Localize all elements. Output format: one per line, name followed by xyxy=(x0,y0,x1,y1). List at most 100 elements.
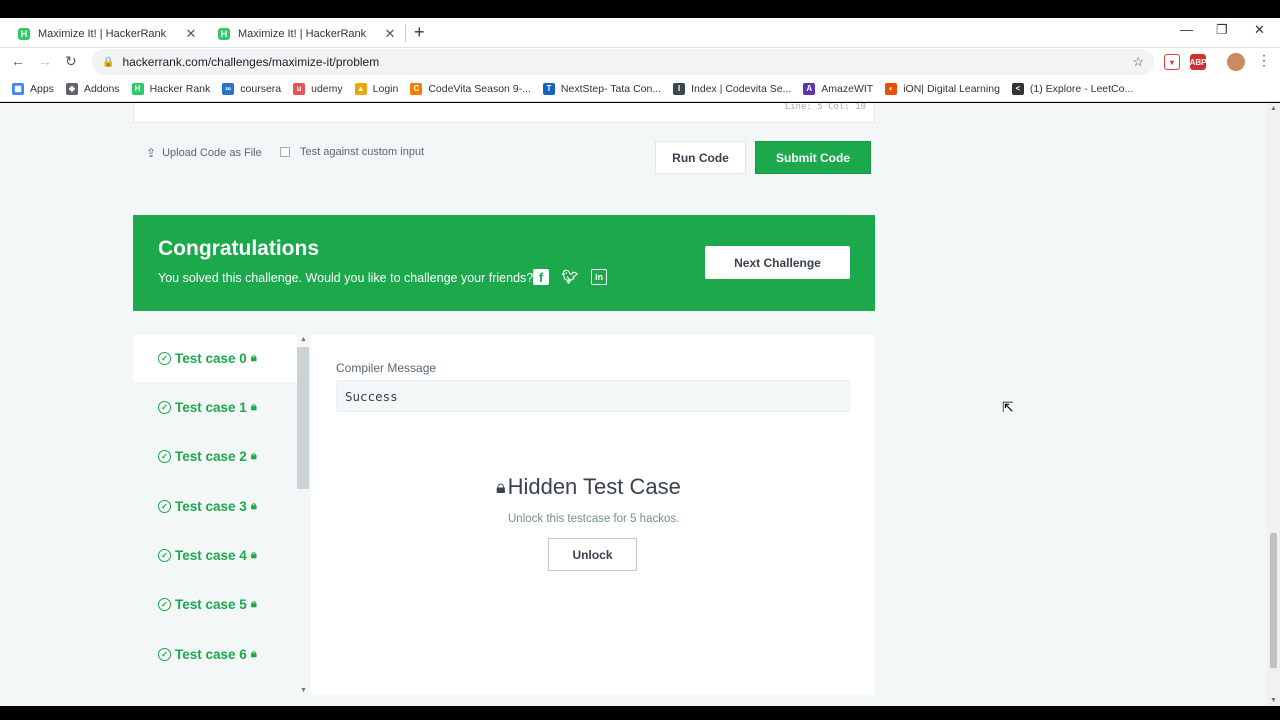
upload-label: Upload Code as File xyxy=(162,147,262,159)
bottom-black-bar xyxy=(0,706,1280,720)
check-circle-icon: ✓ xyxy=(158,549,171,562)
apps-grid-icon: ▦ xyxy=(12,82,24,95)
close-window-icon[interactable]: ✕ xyxy=(1254,22,1265,38)
test-case-item[interactable]: ✓ Test case 4 🔒︎ xyxy=(133,532,297,579)
ion-icon: ◐ xyxy=(885,82,898,95)
hackerrank-icon: H xyxy=(131,82,144,95)
minimize-icon[interactable]: — xyxy=(1180,22,1193,37)
check-circle-icon: ✓ xyxy=(158,598,171,611)
bookmark-amazewit[interactable]: A AmazeWIT xyxy=(803,82,873,95)
scrollbar-thumb[interactable] xyxy=(1270,533,1277,668)
reload-icon[interactable]: ↻ xyxy=(65,53,77,70)
scroll-up-arrow-icon[interactable]: ▲ xyxy=(300,336,307,343)
url-text: hackerrank.com/challenges/maximize-it/pr… xyxy=(122,55,380,69)
close-tab-icon[interactable]: ✕ xyxy=(382,26,398,42)
lock-icon: 🔒︎ xyxy=(250,401,257,413)
mouse-cursor-icon: ⇱ xyxy=(1002,399,1014,415)
bookmark-login[interactable]: ▲ Login xyxy=(354,82,398,95)
test-case-item[interactable]: ✓ Test case 6 🔒︎ xyxy=(133,631,297,678)
forward-icon[interactable]: → xyxy=(38,53,52,69)
run-code-button[interactable]: Run Code xyxy=(655,141,746,174)
custom-input-label: Test against custom input xyxy=(300,146,425,158)
check-circle-icon: ✓ xyxy=(158,401,171,414)
tab-strip: H Maximize It! | HackerRank ✕ H Maximize… xyxy=(0,18,1280,48)
unlock-button[interactable]: Unlock xyxy=(548,538,637,571)
page-scrollbar[interactable]: ▲ ▼ xyxy=(1267,103,1280,706)
tab-active[interactable]: H Maximize It! | HackerRank ✕ xyxy=(8,20,205,48)
code-editor-footer: Line: 5 Col: 10 xyxy=(133,103,875,123)
next-challenge-button[interactable]: Next Challenge xyxy=(705,246,850,279)
test-case-label: Test case 4 xyxy=(175,548,247,563)
hidden-title-text: Hidden Test Case xyxy=(507,474,681,499)
bookmark-codevita[interactable]: C CodeVita Season 9-... xyxy=(410,82,531,95)
scrollbar-thumb[interactable] xyxy=(297,347,309,489)
pocket-extension-icon[interactable]: ▾ xyxy=(1164,54,1180,70)
lock-icon: 🔒 xyxy=(102,56,115,68)
test-case-item[interactable]: ✓ Test case 3 🔒︎ xyxy=(133,483,297,530)
bookmark-udemy[interactable]: u udemy xyxy=(293,82,343,95)
check-circle-icon: ✓ xyxy=(158,450,171,463)
upload-code-link[interactable]: ⇪ Upload Code as File xyxy=(146,146,262,160)
scroll-down-arrow-icon[interactable]: ▼ xyxy=(300,687,307,694)
profile-avatar[interactable] xyxy=(1227,53,1245,71)
udemy-icon: u xyxy=(293,82,306,95)
submit-code-button[interactable]: Submit Code xyxy=(755,141,871,174)
test-case-item[interactable]: ✓ Test case 5 🔒︎ xyxy=(133,581,297,628)
hidden-test-case-title: 🔒︎ Hidden Test Case xyxy=(496,474,681,500)
lock-icon: 🔒︎ xyxy=(496,476,506,497)
tab-divider xyxy=(405,24,406,42)
lock-icon: 🔒︎ xyxy=(250,549,257,561)
bookmark-addons[interactable]: ◆ Addons xyxy=(65,82,120,95)
check-circle-icon: ✓ xyxy=(158,352,171,365)
test-case-label: Test case 0 xyxy=(175,351,247,366)
page-viewport: Line: 5 Col: 10 ⇪ Upload Code as File Te… xyxy=(0,103,1267,706)
address-bar[interactable]: 🔒 hackerrank.com/challenges/maximize-it/… xyxy=(92,49,1154,75)
bookmark-ion[interactable]: ◐ iON| Digital Learning xyxy=(885,82,1000,95)
check-circle-icon: ✓ xyxy=(158,500,171,513)
test-case-label: Test case 3 xyxy=(175,499,247,514)
test-case-item[interactable]: ✓ Test case 0 🔒︎ xyxy=(133,335,297,382)
scroll-up-arrow-icon[interactable]: ▲ xyxy=(1270,105,1277,112)
test-case-label: Test case 1 xyxy=(175,400,247,415)
custom-input-toggle[interactable]: Test against custom input xyxy=(280,146,424,158)
browser-toolbar: ← → ↻ 🔒 hackerrank.com/challenges/maximi… xyxy=(0,48,1280,76)
scroll-down-arrow-icon[interactable]: ▼ xyxy=(1270,697,1277,704)
login-icon: ▲ xyxy=(354,82,367,95)
tab-title: Maximize It! | HackerRank xyxy=(238,28,367,40)
new-tab-icon[interactable]: + xyxy=(414,22,425,43)
compiler-message-box: Success xyxy=(336,380,850,412)
twitter-icon[interactable]: 🐦︎ xyxy=(562,269,579,285)
test-case-item[interactable]: ✓ Test case 2 🔒︎ xyxy=(133,433,297,480)
index-icon: I xyxy=(673,82,686,95)
test-case-item[interactable]: ✓ Test case 1 🔒︎ xyxy=(133,384,297,431)
tata-icon: T xyxy=(542,82,555,95)
back-icon[interactable]: ← xyxy=(11,53,25,69)
close-tab-icon[interactable]: ✕ xyxy=(183,26,199,42)
amazewit-icon: A xyxy=(803,82,816,95)
bookmark-coursera[interactable]: ∞ coursera xyxy=(222,82,281,95)
tab-inactive[interactable]: H Maximize It! | HackerRank ✕ xyxy=(208,20,404,48)
bookmark-index-codevita[interactable]: I Index | Codevita Se... xyxy=(673,82,791,95)
bookmark-star-icon[interactable]: ☆ xyxy=(1132,54,1144,70)
lock-icon: 🔒︎ xyxy=(250,450,257,462)
test-case-scrollbar[interactable]: ▲ ▼ xyxy=(297,335,311,695)
hackerrank-favicon-icon: H xyxy=(218,28,230,40)
coursera-icon: ∞ xyxy=(222,82,235,95)
browser-menu-icon[interactable]: ⋮ xyxy=(1257,52,1271,69)
browser-window: H Maximize It! | HackerRank ✕ H Maximize… xyxy=(0,0,1280,720)
bookmark-leetcode[interactable]: < (1) Explore - LeetCo... xyxy=(1011,82,1133,95)
bookmark-apps[interactable]: ▦ Apps xyxy=(12,82,54,95)
upload-icon: ⇪ xyxy=(146,146,157,160)
adblock-extension-icon[interactable]: ABP xyxy=(1190,54,1206,70)
bookmark-hackerrank[interactable]: H Hacker Rank xyxy=(131,82,210,95)
custom-input-checkbox[interactable] xyxy=(280,147,290,157)
bookmark-nextstep[interactable]: T NextStep- Tata Con... xyxy=(542,82,661,95)
banner-title: Congratulations xyxy=(158,237,319,260)
leetcode-icon: < xyxy=(1011,82,1024,95)
tab-title: Maximize It! | HackerRank xyxy=(38,28,167,40)
facebook-icon[interactable]: f xyxy=(533,269,549,285)
check-circle-icon: ✓ xyxy=(158,648,171,661)
restore-icon[interactable]: ❐ xyxy=(1216,22,1228,38)
linkedin-icon[interactable]: in xyxy=(591,269,607,285)
bookmarks-bar: ▦ Apps ◆ Addons H Hacker Rank ∞ coursera u ud… xyxy=(0,76,1280,102)
